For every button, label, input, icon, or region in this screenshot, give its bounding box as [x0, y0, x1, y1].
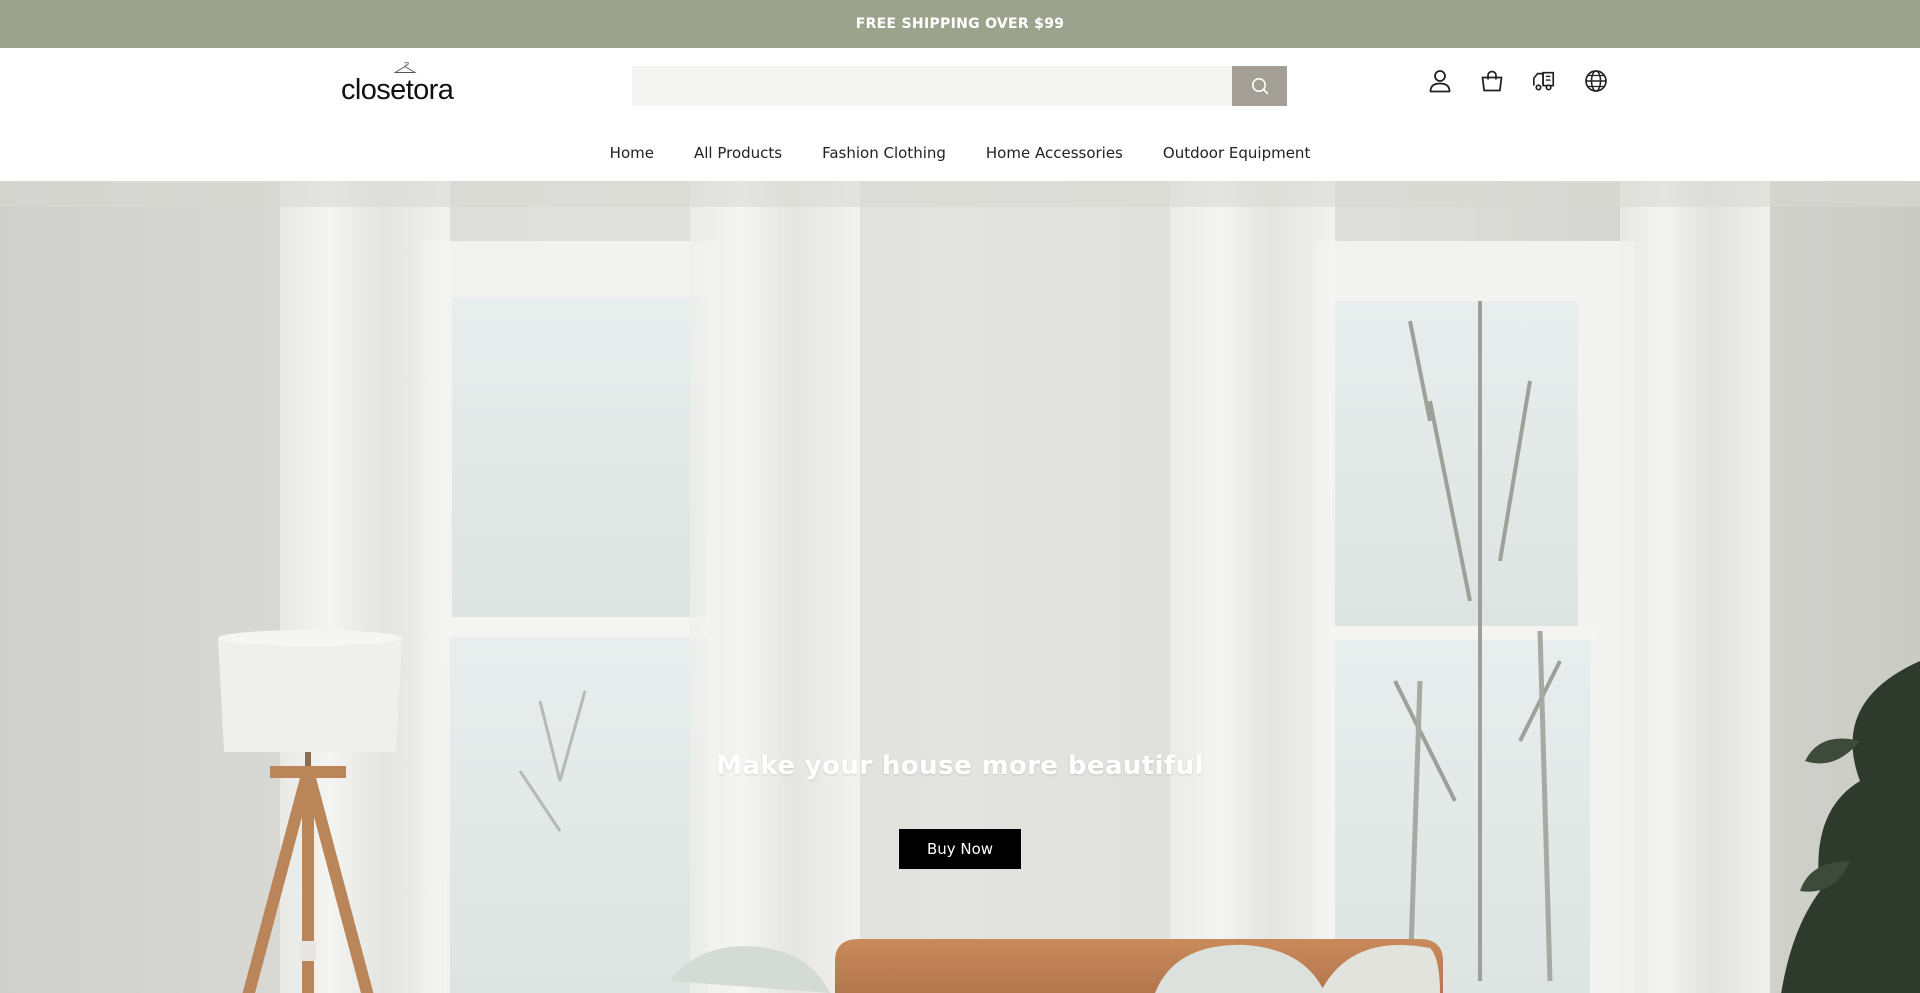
nav-item-home[interactable]: Home — [610, 138, 654, 168]
nav-item-all-products[interactable]: All Products — [694, 138, 782, 168]
search-bar — [632, 66, 1287, 106]
main-nav: Home All Products Fashion Clothing Home … — [0, 138, 1920, 168]
account-icon[interactable] — [1428, 68, 1452, 94]
header-actions — [1428, 68, 1608, 94]
buy-now-button[interactable]: Buy Now — [899, 829, 1021, 869]
search-input[interactable] — [632, 66, 1232, 106]
search-icon — [1251, 78, 1268, 95]
hero-title: Make your house more beautiful — [716, 751, 1204, 781]
logo[interactable]: closetora — [341, 62, 473, 108]
hero-banner: Make your house more beautiful Buy Now — [0, 181, 1920, 993]
site-header: closetora Home All Products Fashion Clot… — [0, 48, 1920, 181]
nav-item-outdoor-equipment[interactable]: Outdoor Equipment — [1163, 138, 1310, 168]
announcement-bar: FREE SHIPPING OVER $99 — [0, 0, 1920, 48]
hero-background-image — [0, 181, 1920, 993]
order-tracking-icon[interactable] — [1532, 68, 1556, 94]
nav-item-home-accessories[interactable]: Home Accessories — [986, 138, 1123, 168]
nav-item-fashion-clothing[interactable]: Fashion Clothing — [822, 138, 946, 168]
search-button[interactable] — [1232, 66, 1287, 106]
logo-wordmark: closetora — [341, 74, 454, 106]
cart-icon[interactable] — [1480, 68, 1504, 94]
language-globe-icon[interactable] — [1584, 68, 1608, 94]
announcement-text: FREE SHIPPING OVER $99 — [855, 16, 1065, 32]
